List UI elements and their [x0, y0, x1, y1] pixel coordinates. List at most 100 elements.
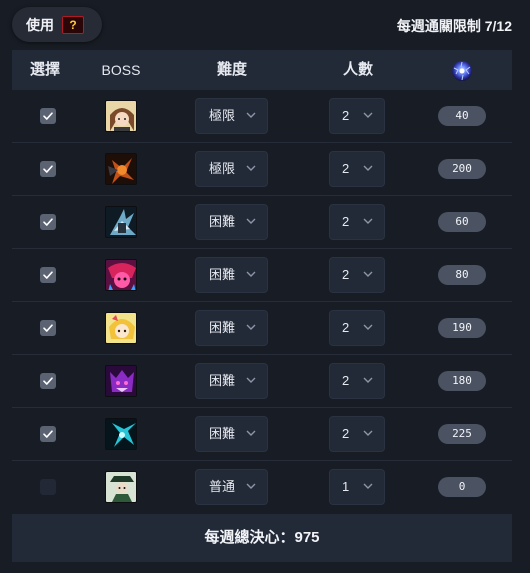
- row-checkbox[interactable]: [40, 373, 56, 389]
- check-icon: [43, 430, 53, 438]
- table-row: 困難 2 180: [12, 355, 512, 408]
- table-row: 困難 2 225: [12, 408, 512, 461]
- column-header-boss: BOSS: [101, 62, 141, 78]
- column-header-difficulty: 難度: [216, 61, 248, 78]
- row-checkbox[interactable]: [40, 108, 56, 124]
- people-select[interactable]: 2: [329, 363, 385, 399]
- crystal-value-pill[interactable]: 60: [438, 212, 486, 232]
- check-icon: [43, 165, 53, 173]
- difficulty-select[interactable]: 困難: [195, 416, 268, 452]
- mystery-box-icon: ?: [62, 15, 84, 34]
- people-select[interactable]: 1: [329, 469, 385, 505]
- people-value: 2: [342, 426, 350, 441]
- boss-portrait-1-icon: [105, 100, 137, 132]
- people-value: 2: [342, 108, 350, 123]
- table-row: 普通 1 0: [12, 461, 512, 514]
- people-select[interactable]: 2: [329, 98, 385, 134]
- difficulty-value: 困難: [209, 373, 236, 388]
- people-select[interactable]: 2: [329, 204, 385, 240]
- boss-portrait-4-icon: [105, 259, 137, 291]
- table-row: 極限 2 200: [12, 143, 512, 196]
- check-icon: [43, 324, 53, 332]
- chevron-down-icon: [363, 271, 373, 277]
- table-row: 困難 2 80: [12, 249, 512, 302]
- boss-table-body: 極限 2 40 極限 2 200 困難 2 60 困難 2 80 困難 2 19…: [12, 90, 512, 514]
- row-checkbox[interactable]: [40, 161, 56, 177]
- difficulty-value: 普通: [209, 479, 236, 494]
- people-value: 1: [342, 479, 350, 494]
- chevron-down-icon: [363, 218, 373, 224]
- crystal-value-pill[interactable]: 225: [438, 424, 486, 444]
- chevron-down-icon: [246, 165, 256, 171]
- crystal-value-pill[interactable]: 190: [438, 318, 486, 338]
- chevron-down-icon: [246, 430, 256, 436]
- difficulty-select[interactable]: 困難: [195, 204, 268, 240]
- people-select[interactable]: 2: [329, 416, 385, 452]
- boss-portrait-7-icon: [105, 418, 137, 450]
- people-value: 2: [342, 161, 350, 176]
- difficulty-select[interactable]: 極限: [195, 98, 268, 134]
- chevron-down-icon: [363, 112, 373, 118]
- difficulty-value: 極限: [209, 161, 236, 176]
- chevron-down-icon: [363, 430, 373, 436]
- difficulty-select[interactable]: 困難: [195, 363, 268, 399]
- chevron-down-icon: [246, 377, 256, 383]
- chevron-down-icon: [246, 483, 256, 489]
- table-row: 困難 2 190: [12, 302, 512, 355]
- people-select[interactable]: 2: [329, 257, 385, 293]
- people-value: 2: [342, 320, 350, 335]
- chevron-down-icon: [246, 271, 256, 277]
- check-icon: [43, 218, 53, 226]
- difficulty-value: 困難: [209, 426, 236, 441]
- people-value: 2: [342, 267, 350, 282]
- use-button-label: 使用: [26, 16, 54, 33]
- row-checkbox[interactable]: [40, 214, 56, 230]
- table-header: 選擇 BOSS 難度 人數: [12, 50, 512, 90]
- difficulty-select[interactable]: 普通: [195, 469, 268, 505]
- table-row: 極限 2 40: [12, 90, 512, 143]
- chevron-down-icon: [363, 483, 373, 489]
- boss-portrait-3-icon: [105, 206, 137, 238]
- boss-portrait-6-icon: [105, 365, 137, 397]
- use-button[interactable]: 使用 ?: [12, 7, 102, 42]
- crystal-value-pill[interactable]: 180: [438, 371, 486, 391]
- chevron-down-icon: [246, 112, 256, 118]
- table-row: 困難 2 60: [12, 196, 512, 249]
- people-select[interactable]: 2: [329, 151, 385, 187]
- people-select[interactable]: 2: [329, 310, 385, 346]
- difficulty-select[interactable]: 極限: [195, 151, 268, 187]
- row-checkbox[interactable]: [40, 267, 56, 283]
- difficulty-select[interactable]: 困難: [195, 310, 268, 346]
- crystal-value-pill[interactable]: 80: [438, 265, 486, 285]
- chevron-down-icon: [363, 324, 373, 330]
- boss-portrait-2-icon: [105, 153, 137, 185]
- row-checkbox[interactable]: [40, 426, 56, 442]
- check-icon: [43, 271, 53, 279]
- crystal-value-pill[interactable]: 200: [438, 159, 486, 179]
- column-header-people: 人數: [342, 61, 374, 78]
- difficulty-select[interactable]: 困難: [195, 257, 268, 293]
- chevron-down-icon: [246, 218, 256, 224]
- weekly-total-footer: 每週總決心：975: [12, 514, 512, 562]
- people-value: 2: [342, 373, 350, 388]
- difficulty-value: 極限: [209, 108, 236, 123]
- difficulty-value: 困難: [209, 320, 236, 335]
- difficulty-value: 困難: [209, 267, 236, 282]
- people-value: 2: [342, 214, 350, 229]
- column-header-select: 選擇: [29, 61, 61, 78]
- check-icon: [43, 112, 53, 120]
- crystal-value-pill[interactable]: 40: [438, 106, 486, 126]
- crystal-orb-icon: [450, 58, 474, 82]
- boss-portrait-8-icon: [105, 471, 137, 503]
- chevron-down-icon: [246, 324, 256, 330]
- weekly-clear-limit: 每週通關限制 7/12: [396, 18, 512, 34]
- row-checkbox[interactable]: [40, 479, 56, 495]
- top-bar: 使用 ? 每週通關限制 7/12: [0, 0, 530, 50]
- chevron-down-icon: [363, 165, 373, 171]
- crystal-value-pill[interactable]: 0: [438, 477, 486, 497]
- row-checkbox[interactable]: [40, 320, 56, 336]
- boss-portrait-5-icon: [105, 312, 137, 344]
- chevron-down-icon: [363, 377, 373, 383]
- check-icon: [43, 377, 53, 385]
- difficulty-value: 困難: [209, 214, 236, 229]
